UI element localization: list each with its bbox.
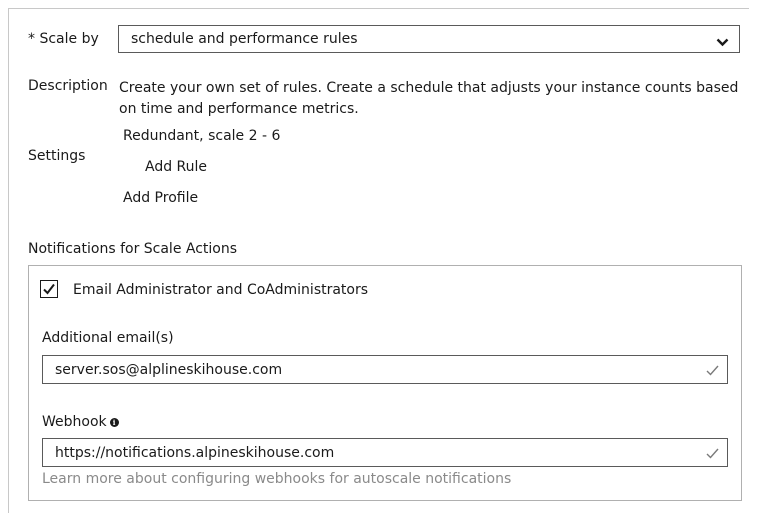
scale-by-selected-value: schedule and performance rules: [131, 31, 358, 47]
add-rule-link[interactable]: Add Rule: [145, 159, 207, 175]
scale-by-label: * Scale by: [28, 31, 99, 47]
email-admins-checkbox[interactable]: [40, 280, 58, 298]
additional-emails-label: Additional email(s): [42, 330, 174, 346]
panel-left-border: [8, 8, 9, 513]
checkmark-icon: [43, 283, 55, 295]
add-profile-link[interactable]: Add Profile: [123, 190, 198, 206]
info-icon[interactable]: i: [109, 418, 119, 427]
checkmark-icon: [706, 364, 719, 380]
settings-label: Settings: [28, 148, 86, 164]
email-admins-label: Email Administrator and CoAdministrators: [73, 282, 369, 298]
webhook-input[interactable]: https://notifications.alpineskihouse.com: [42, 438, 728, 467]
additional-emails-value: server.sos@alplineskihouse.com: [55, 362, 283, 378]
webhook-value: https://notifications.alpineskihouse.com: [55, 445, 335, 461]
checkmark-icon: [706, 447, 719, 463]
chevron-down-icon: [716, 35, 729, 51]
description-text: Create your own set of rules. Create a s…: [119, 80, 739, 117]
profile-summary[interactable]: Redundant, scale 2 - 6: [123, 128, 280, 144]
notifications-heading: Notifications for Scale Actions: [28, 241, 238, 257]
webhook-label-row: Webhook i: [42, 414, 119, 430]
learn-more-webhooks-link[interactable]: Learn more about configuring webhooks fo…: [42, 471, 511, 487]
description-label: Description: [28, 78, 108, 94]
additional-emails-input[interactable]: server.sos@alplineskihouse.com: [42, 355, 728, 384]
panel-top-border: [8, 8, 749, 9]
scale-by-dropdown[interactable]: schedule and performance rules: [118, 25, 740, 53]
webhook-label: Webhook: [42, 414, 107, 430]
